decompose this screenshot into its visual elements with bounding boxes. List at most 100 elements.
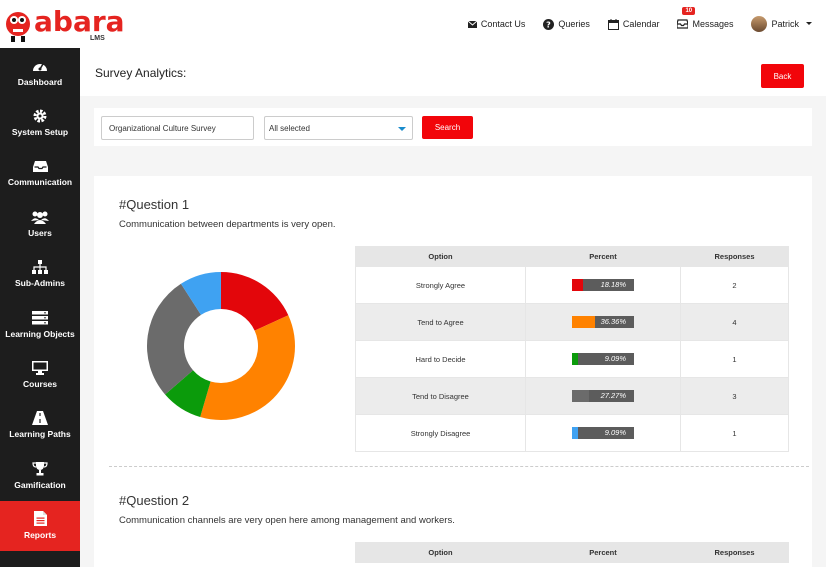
percent-cell: 18.18% — [525, 266, 681, 304]
question-select[interactable]: All selected — [264, 116, 413, 140]
sidebar-item-label: Reports — [23, 530, 57, 541]
percent-bar-fill — [572, 353, 578, 365]
sidebar-item-gamification[interactable]: Gamification — [0, 450, 80, 500]
percent-bar-fill — [572, 390, 589, 402]
calendar-icon — [607, 18, 619, 30]
percent-cell: 9.09% — [525, 340, 681, 378]
trophy-icon — [32, 461, 48, 476]
sidebar-item-label: Learning Paths — [9, 429, 71, 440]
mascot-logo-icon — [6, 12, 30, 42]
sidebar: Dashboard System Setup Communication Use… — [0, 48, 80, 567]
column-header-option: Option — [355, 542, 526, 563]
sidebar-item-courses[interactable]: Courses — [0, 350, 80, 400]
sidebar-item-label: Communication — [7, 177, 73, 188]
messages-badge: 10 — [682, 7, 696, 15]
option-cell: Strongly Disagree — [355, 414, 526, 452]
results-table: Option Percent Responses Strongly Agree 1… — [355, 246, 789, 452]
calendar-label: Calendar — [622, 19, 660, 29]
survey-name-input[interactable] — [101, 116, 254, 140]
option-cell: Tend to Disagree — [355, 377, 526, 415]
sidebar-item-sub-admins[interactable]: Sub-Admins — [0, 249, 80, 299]
percent-bar: 18.18% — [572, 279, 634, 291]
envelope-icon — [467, 20, 477, 28]
responses-cell: 1 — [680, 414, 789, 452]
percent-bar: 36.36% — [572, 316, 634, 328]
server-icon — [32, 310, 48, 325]
percent-bar: 9.09% — [572, 353, 634, 365]
percent-bar-fill — [572, 427, 578, 439]
sidebar-item-label: Learning Objects — [5, 328, 75, 339]
table-row: Strongly Disagree 9.09% 1 — [355, 414, 789, 452]
table-row: Tend to Agree 36.36% 4 — [355, 303, 789, 341]
calendar-link[interactable]: Calendar — [607, 18, 660, 30]
page-title: Survey Analytics: — [95, 66, 187, 80]
percent-bar-fill — [572, 316, 595, 328]
contact-us-link[interactable]: Contact Us — [467, 19, 526, 29]
column-header-percent: Percent — [525, 542, 681, 563]
sitemap-icon — [32, 260, 48, 275]
messages-link[interactable]: 10 Messages — [677, 7, 733, 29]
sidebar-item-learning-paths[interactable]: Learning Paths — [0, 400, 80, 450]
donut-slice[interactable] — [200, 315, 295, 420]
results-table: Option Percent Responses — [355, 542, 789, 563]
results-card: #Question 1 Communication between depart… — [94, 176, 812, 567]
monitor-icon — [32, 360, 48, 375]
column-header-option: Option — [355, 246, 526, 267]
sidebar-item-label: Sub-Admins — [14, 278, 66, 289]
sidebar-item-users[interactable]: Users — [0, 199, 80, 249]
percent-cell: 36.36% — [525, 303, 681, 341]
donut-chart — [147, 272, 295, 420]
top-nav: Contact Us ? Queries Calendar 10 Message… — [467, 0, 826, 48]
responses-cell: 2 — [680, 266, 789, 304]
inbox-icon — [32, 161, 48, 173]
percent-cell: 27.27% — [525, 377, 681, 415]
user-menu[interactable]: Patrick — [751, 16, 818, 32]
responses-cell: 4 — [680, 303, 789, 341]
question-title: #Question 2 — [119, 493, 190, 508]
question-text: Communication between departments is ver… — [119, 219, 336, 230]
column-header-percent: Percent — [525, 246, 681, 267]
caret-down-icon — [806, 22, 812, 25]
sidebar-item-system-setup[interactable]: System Setup — [0, 98, 80, 148]
sidebar-item-label: Dashboard — [17, 77, 63, 88]
option-cell: Hard to Decide — [355, 340, 526, 378]
svg-text:?: ? — [547, 20, 552, 29]
sidebar-item-learning-objects[interactable]: Learning Objects — [0, 299, 80, 349]
sidebar-item-label: Courses — [22, 378, 57, 389]
sidebar-item-label: Users — [28, 228, 52, 239]
queries-label: Queries — [558, 19, 590, 29]
percent-label: 9.09% — [604, 428, 626, 437]
percent-bar-fill — [572, 279, 584, 291]
table-row: Strongly Agree 18.18% 2 — [355, 266, 789, 304]
percent-bar: 9.09% — [572, 427, 634, 439]
question-title: #Question 1 — [119, 197, 190, 212]
dashboard-icon — [33, 63, 47, 72]
report-icon — [33, 511, 47, 527]
inbox-icon — [677, 19, 689, 29]
sidebar-item-label: System Setup — [11, 127, 69, 138]
percent-label: 27.27% — [600, 391, 626, 400]
table-row: Tend to Disagree 27.27% 3 — [355, 377, 789, 415]
caret-down-icon — [398, 127, 406, 131]
percent-label: 36.36% — [600, 317, 626, 326]
table-row: Hard to Decide 9.09% 1 — [355, 340, 789, 378]
abara-logo[interactable]: abara LMS — [4, 3, 125, 45]
percent-label: 9.09% — [604, 354, 626, 363]
sidebar-item-reports[interactable]: Reports — [0, 500, 80, 551]
queries-link[interactable]: ? Queries — [543, 18, 590, 30]
back-button[interactable]: Back — [761, 64, 804, 88]
question-text: Communication channels are very open her… — [119, 515, 455, 526]
contact-us-label: Contact Us — [480, 19, 526, 29]
users-icon — [31, 211, 49, 225]
page-header: Survey Analytics: Back — [80, 48, 826, 96]
logo-subtext: LMS — [90, 35, 105, 42]
sidebar-item-dashboard[interactable]: Dashboard — [0, 48, 80, 98]
option-cell: Tend to Agree — [355, 303, 526, 341]
sidebar-item-communication[interactable]: Communication — [0, 149, 80, 199]
sidebar-item-label: Gamification — [14, 479, 66, 490]
search-button[interactable]: Search — [422, 116, 473, 139]
column-header-responses: Responses — [680, 246, 789, 267]
responses-cell: 1 — [680, 340, 789, 378]
option-cell: Strongly Agree — [355, 266, 526, 304]
gear-icon — [33, 109, 47, 123]
